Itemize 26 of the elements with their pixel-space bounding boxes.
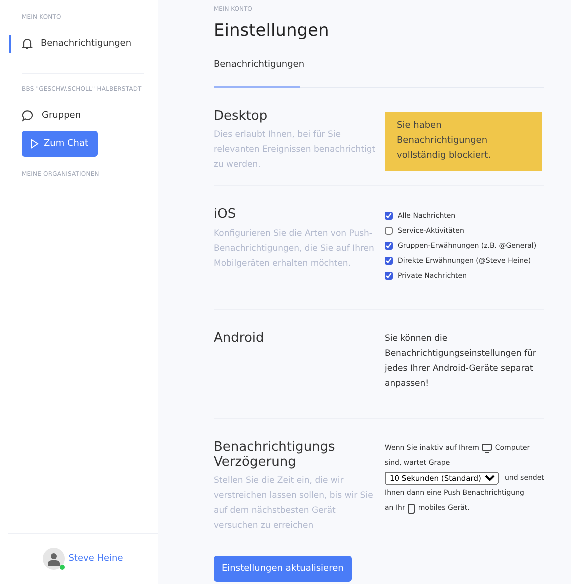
section-title: Android: [214, 332, 266, 347]
info-text: Sie können die Benachrichtigungseinstellungen für jedes Ihrer Android-Geräte separat anpassen!: [385, 333, 538, 392]
update-button[interactable]: Einstellungen aktualisieren: [214, 556, 352, 582]
person-icon: [48, 552, 60, 566]
section-title: Benachrichtigungs Verzögerung: [214, 441, 336, 470]
monitor-icon: [482, 444, 492, 454]
checkbox[interactable]: [385, 272, 393, 280]
nav-item[interactable]: Gruppen: [9, 107, 144, 125]
chat-bubble-icon: [22, 110, 34, 122]
user-name[interactable]: Steve Heine: [68, 554, 124, 564]
section-description: Stellen Sie die Zeit ein, die wir verstreichen lassen sollen, bis wir Sie auf dem nächstbesten Gerät versuchen zu erreichen: [214, 474, 374, 533]
warning-banner: Sie haben Benachrichtigungen vollständig blockiert.: [385, 112, 542, 172]
phone-icon: [408, 504, 416, 514]
checkbox[interactable]: [385, 212, 393, 220]
checkbox[interactable]: [385, 226, 393, 235]
play-icon: [31, 139, 39, 149]
page-title: Einstellungen: [214, 21, 330, 41]
nav-item[interactable]: Benachrichtigungen: [9, 35, 144, 53]
section-description: Dies erlaubt Ihnen, bei für Sie relevanten Ereignissen benachrichtigt zu werden.: [214, 129, 377, 172]
checkbox[interactable]: [385, 256, 393, 265]
checkbox[interactable]: [385, 242, 393, 250]
section-title: iOS: [214, 208, 238, 223]
section-title: Desktop: [214, 110, 269, 124]
chat-button[interactable]: Zum Chat: [22, 131, 98, 157]
section-description: Konfigurieren Sie die Arten von Push-Benachrichtigungen, die Sie auf Ihren Mobilgeräten erhalten möchten.: [214, 228, 376, 271]
bell-icon: [22, 38, 33, 50]
